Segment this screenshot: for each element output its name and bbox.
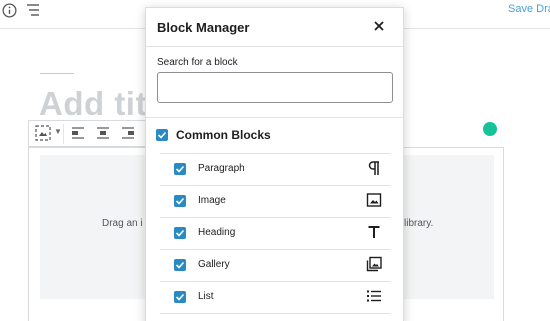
- align-center-icon[interactable]: [96, 127, 110, 139]
- block-checkbox-list[interactable]: [174, 291, 186, 303]
- checkmark-icon: [175, 229, 185, 237]
- heading-icon: [368, 226, 380, 238]
- block-label: Image: [198, 195, 226, 206]
- block-row-heading[interactable]: Heading: [160, 217, 391, 249]
- align-right-icon[interactable]: [121, 127, 135, 139]
- block-search-input[interactable]: [157, 72, 393, 103]
- checkmark-icon: [175, 293, 185, 301]
- search-label: Search for a block: [157, 57, 238, 68]
- title-separator: [40, 73, 74, 74]
- post-title-placeholder[interactable]: Add titl: [39, 85, 157, 123]
- block-manager-modal: Block Manager Search for a block Common …: [145, 7, 404, 321]
- chevron-down-icon[interactable]: ▼: [54, 127, 62, 136]
- gallery-icon: [366, 256, 382, 272]
- grammarly-icon[interactable]: [483, 122, 497, 136]
- block-checkbox-gallery[interactable]: [174, 259, 186, 271]
- checkmark-icon: [175, 165, 185, 173]
- placeholder-instructions-end: library.: [404, 218, 434, 229]
- block-label: List: [198, 291, 214, 302]
- block-checkbox-image[interactable]: [174, 195, 186, 207]
- modal-title: Block Manager: [157, 20, 250, 35]
- info-icon[interactable]: [1, 2, 18, 19]
- block-checkbox-heading[interactable]: [174, 227, 186, 239]
- close-icon[interactable]: [370, 17, 388, 35]
- block-row-list[interactable]: List: [160, 281, 391, 313]
- section-divider: [146, 117, 403, 118]
- checkmark-icon: [175, 261, 185, 269]
- toolbar-divider: [63, 124, 64, 144]
- placeholder-instructions: Drag an i: [102, 218, 143, 229]
- align-left-icon[interactable]: [71, 127, 85, 139]
- category-label: Common Blocks: [176, 128, 271, 142]
- modal-header: Block Manager: [146, 8, 403, 47]
- checkmark-icon: [157, 131, 167, 139]
- save-draft-button[interactable]: Save Draf: [508, 3, 550, 15]
- block-row-paragraph[interactable]: Paragraph: [160, 153, 391, 185]
- common-blocks-checkbox[interactable]: [156, 129, 168, 141]
- image-icon: [366, 193, 382, 207]
- block-checkbox-paragraph[interactable]: [174, 163, 186, 175]
- change-block-image-icon[interactable]: [35, 125, 51, 141]
- list-icon: [367, 290, 381, 302]
- block-label: Paragraph: [198, 163, 245, 174]
- block-row-divider: [160, 313, 391, 321]
- block-label: Heading: [198, 227, 236, 238]
- block-toolbar: ▼: [28, 120, 147, 147]
- block-label: Gallery: [198, 259, 230, 270]
- paragraph-icon: [368, 161, 379, 175]
- checkmark-icon: [175, 197, 185, 205]
- list-view-icon[interactable]: [25, 3, 41, 17]
- block-row-image[interactable]: Image: [160, 185, 391, 217]
- block-row-gallery[interactable]: Gallery: [160, 249, 391, 281]
